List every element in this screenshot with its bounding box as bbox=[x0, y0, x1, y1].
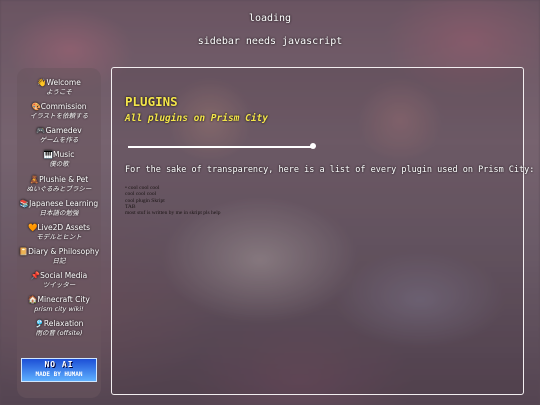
content-panel: PLUGINS All plugins on Prism City For th… bbox=[111, 67, 534, 395]
sidebar-item-label: 🎹Music bbox=[43, 150, 75, 159]
sidebar: 👋Welcome ようこそ 🎨Commission イラストを依頼する 🎮Gam… bbox=[17, 68, 101, 398]
list-item: most stuf is written by me in skript pls… bbox=[125, 210, 221, 217]
sidebar-item-label: 🏠Minecraft City bbox=[28, 295, 90, 304]
sidebar-item-label: 📌Social Media bbox=[30, 271, 88, 280]
plugin-list: • cool cool cool cool cool cool cool plu… bbox=[125, 185, 220, 216]
intro-text: For the sake of transparency, here is a … bbox=[125, 165, 535, 175]
sidebar-item-sublabel: 日記 bbox=[52, 257, 66, 265]
loading-text: loading bbox=[248, 13, 292, 24]
sidebar-item-minecraft-city[interactable]: 🏠Minecraft City prism city wiki! bbox=[17, 295, 101, 314]
sidebar-item-live2d-assets[interactable]: 🧡Live2D Assets モデルとヒント bbox=[17, 223, 101, 242]
page-subtitle: All plugins on Prism City bbox=[125, 113, 268, 124]
sidebar-item-sublabel: 日本語の勉強 bbox=[39, 209, 79, 217]
sidebar-item-sublabel: ぬいぐるみとブラシー bbox=[26, 185, 92, 193]
sidebar-item-sublabel: ようこそ bbox=[46, 88, 72, 96]
sidebar-item-welcome[interactable]: 👋Welcome ようこそ bbox=[17, 78, 101, 97]
sidebar-item-sublabel: prism city wiki! bbox=[34, 305, 84, 313]
sidebar-item-sublabel: ツイッター bbox=[42, 281, 76, 289]
sidebar-item-social-media[interactable]: 📌Social Media ツイッター bbox=[17, 271, 101, 290]
sidebar-item-plushie-pet[interactable]: 🧸Plushie & Pet ぬいぐるみとブラシー bbox=[17, 175, 101, 194]
no-ai-badge-caption: MADE BY HUMAN bbox=[35, 371, 83, 378]
sidebar-item-sublabel: 雨の音 (offsite) bbox=[35, 329, 83, 337]
sidebar-item-sublabel: モデルとヒント bbox=[36, 233, 82, 241]
sidebar-item-sublabel: 僕の歌 bbox=[49, 160, 69, 168]
sidebar-notice: sidebar needs javascript bbox=[197, 36, 343, 47]
sidebar-item-label: 🎐Relaxation bbox=[34, 319, 84, 328]
no-ai-badge-title: NO AI bbox=[44, 360, 74, 369]
page-title: PLUGINS bbox=[125, 94, 178, 109]
no-ai-badge[interactable]: NO AI MADE BY HUMAN bbox=[21, 358, 97, 382]
sidebar-item-music[interactable]: 🎹Music 僕の歌 bbox=[17, 150, 101, 169]
sidebar-item-commission[interactable]: 🎨Commission イラストを依頼する bbox=[17, 102, 101, 121]
sidebar-item-gamedev[interactable]: 🎮Gamedev ゲームを作る bbox=[17, 126, 101, 145]
sidebar-item-label: 🧡Live2D Assets bbox=[28, 223, 90, 232]
divider-knob bbox=[310, 143, 316, 149]
sidebar-item-label: 🧸Plushie & Pet bbox=[29, 175, 89, 184]
sidebar-item-diary-philosophy[interactable]: 📔Diary & Philosophy 日記 bbox=[17, 247, 101, 266]
sidebar-item-sublabel: イラストを依頼する bbox=[29, 112, 89, 120]
sidebar-item-label: 🎮Gamedev bbox=[36, 126, 82, 135]
sidebar-item-label: 👋Welcome bbox=[37, 78, 81, 87]
sidebar-item-label: 🎨Commission bbox=[31, 102, 87, 111]
sidebar-item-label: 📔Diary & Philosophy bbox=[18, 247, 100, 256]
sidebar-item-japanese-learning[interactable]: 📚Japanese Learning 日本語の勉強 bbox=[17, 199, 101, 218]
divider bbox=[128, 143, 316, 149]
sidebar-item-sublabel: ゲームを作る bbox=[39, 136, 79, 144]
sidebar-item-relaxation[interactable]: 🎐Relaxation 雨の音 (offsite) bbox=[17, 319, 101, 338]
sidebar-item-label: 📚Japanese Learning bbox=[19, 199, 99, 208]
